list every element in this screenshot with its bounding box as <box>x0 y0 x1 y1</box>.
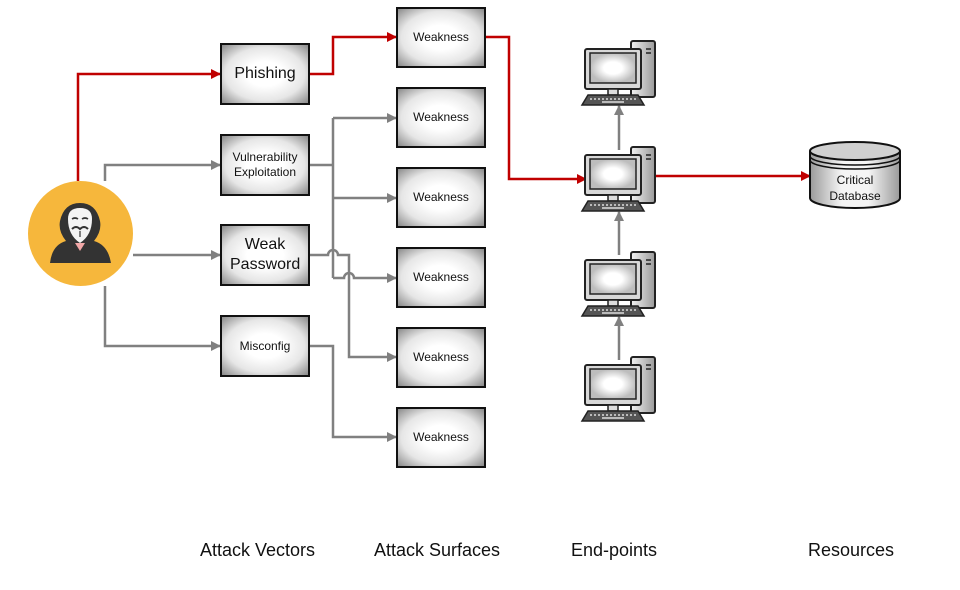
endpoint-4-desktop-computer-icon[interactable] <box>581 356 656 422</box>
endpoint-1-desktop-computer-icon[interactable] <box>581 40 656 106</box>
vector-phishing[interactable]: Phishing <box>220 43 310 105</box>
line-attacker-to-vulnerability <box>103 160 221 181</box>
line-weakness-1-to-endpoint-2 <box>486 35 587 184</box>
line-attacker-to-misconfig <box>103 286 221 351</box>
surface-weakness-6[interactable]: Weakness <box>396 407 486 468</box>
column-label-end-points: End-points <box>571 540 658 560</box>
line-weak-password-to-weakness-5 <box>310 248 397 362</box>
surface-weakness-2[interactable]: Weakness <box>396 87 486 148</box>
column-label-attack-surfaces: Attack Surfaces <box>374 540 501 560</box>
line-vulnerability-to-weakness-4 <box>333 271 397 283</box>
vector-weak-password[interactable]: Weak Password <box>220 224 310 286</box>
surface-weakness-3[interactable]: Weakness <box>396 167 486 228</box>
line-phishing-to-weakness-1 <box>310 32 397 76</box>
surface-weakness-5[interactable]: Weakness <box>396 327 486 388</box>
line-misconfig-to-weakness-6 <box>310 344 397 442</box>
endpoint-3-desktop-computer-icon[interactable] <box>581 251 656 317</box>
vector-weak-password-label: Weak Password <box>230 236 301 273</box>
database-label-line-1: Critical <box>836 173 874 187</box>
column-label-attack-vectors: Attack Vectors <box>200 540 316 560</box>
attacker-avatar[interactable] <box>28 181 133 286</box>
database-label-line-2: Database <box>829 188 881 203</box>
vector-misconfig[interactable]: Misconfig <box>220 315 310 377</box>
surface-weakness-1[interactable]: Weakness <box>396 7 486 68</box>
hacker-anonymous-mask-icon <box>50 203 111 263</box>
vector-vulnerability-label: Vulnerability Exploitation <box>232 150 298 179</box>
vector-vulnerability-exploitation[interactable]: Vulnerability Exploitation <box>220 134 310 196</box>
resource-critical-database-label: Critical Database <box>810 173 900 204</box>
surface-weakness-4[interactable]: Weakness <box>396 247 486 308</box>
endpoint-2-desktop-computer-icon[interactable] <box>581 146 656 212</box>
column-label-resources: Resources <box>808 540 895 560</box>
